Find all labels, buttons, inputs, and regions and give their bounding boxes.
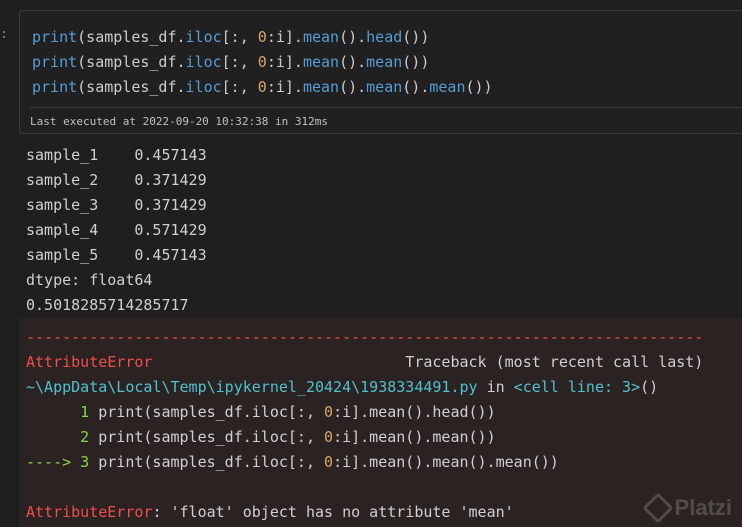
code-token: :i].	[266, 28, 303, 46]
traceback-line: 1 print(samples_df.iloc[:, 0:i].mean().h…	[26, 400, 703, 425]
code-token: <cell line: 3>	[513, 378, 641, 396]
traceback-line	[26, 475, 703, 500]
cell-divider	[30, 107, 742, 108]
code-line: print(samples_df.iloc[:, 0:i].mean().hea…	[32, 25, 493, 50]
code-token: 1	[26, 403, 99, 421]
code-token: (samples_df.	[77, 78, 186, 96]
code-token: ().	[402, 78, 430, 96]
code-token: [:,	[221, 28, 258, 46]
code-token: mean	[302, 78, 340, 96]
code-token: :i].	[266, 53, 303, 71]
code-token: AttributeError	[26, 503, 153, 521]
platzi-logo-icon	[641, 492, 674, 524]
code-token: iloc	[185, 53, 222, 71]
code-line: print(samples_df.iloc[:, 0:i].mean().mea…	[32, 50, 493, 75]
code-token: (samples_df.	[77, 53, 186, 71]
code-token: in	[477, 378, 514, 396]
traceback-line: 2 print(samples_df.iloc[:, 0:i].mean().m…	[26, 425, 703, 450]
traceback-line: AttributeError Traceback (most recent ca…	[26, 350, 703, 375]
code-token: head	[366, 28, 403, 46]
code-token: print	[32, 53, 78, 71]
watermark: Platzi	[641, 492, 732, 524]
cell-prompt: :	[0, 27, 8, 42]
code-token: print(samples_df.iloc[:,	[98, 453, 325, 471]
code-token: [:,	[221, 53, 258, 71]
output-line: sample_4 0.571429	[26, 221, 207, 239]
code-editor[interactable]: print(samples_df.iloc[:, 0:i].mean().hea…	[32, 25, 493, 100]
code-token: print(samples_df.iloc[:,	[98, 403, 325, 421]
code-token: print	[32, 28, 78, 46]
code-token: [:,	[221, 78, 258, 96]
code-token: mean	[366, 53, 403, 71]
code-token: iloc	[185, 78, 222, 96]
code-token: :i].mean().mean())	[333, 428, 496, 446]
output-line: 0.5018285714285717	[26, 296, 189, 314]
code-token: mean	[366, 78, 403, 96]
code-token: ----> 3	[26, 453, 99, 471]
code-token: ()	[640, 378, 659, 396]
code-token: ().	[339, 28, 367, 46]
code-token: 0	[257, 28, 267, 46]
code-token: mean	[429, 78, 466, 96]
output-line: dtype: float64	[26, 271, 153, 289]
traceback-line: ----> 3 print(samples_df.iloc[:, 0:i].me…	[26, 450, 703, 475]
code-token: 0	[324, 403, 334, 421]
code-line: print(samples_df.iloc[:, 0:i].mean().mea…	[32, 75, 493, 100]
code-token: :i].mean().mean().mean())	[333, 453, 559, 471]
code-token: 0	[257, 78, 267, 96]
output-line: sample_1 0.457143	[26, 146, 207, 164]
code-token: ().	[339, 53, 367, 71]
code-token: ())	[402, 28, 430, 46]
code-token: ~\AppData\Local\Temp\ipykernel_20424\193…	[26, 378, 478, 396]
output-line: sample_5 0.457143	[26, 246, 207, 264]
cell-output: sample_1 0.457143 sample_2 0.371429 sample…	[26, 143, 207, 318]
code-token: ----------------------------------------…	[26, 328, 704, 346]
code-token: ().	[339, 78, 367, 96]
code-token: print	[32, 78, 78, 96]
execution-status: Last executed at 2022-09-20 10:32:38 in …	[30, 115, 329, 128]
code-cell[interactable]: print(samples_df.iloc[:, 0:i].mean().hea…	[19, 10, 742, 134]
code-token: iloc	[185, 28, 222, 46]
traceback: ----------------------------------------…	[26, 325, 703, 525]
code-token: Traceback (most recent call last)	[152, 353, 704, 371]
traceback-line: AttributeError: 'float' object has no at…	[26, 500, 703, 525]
output-line: sample_2 0.371429	[26, 171, 207, 189]
code-token: 0	[257, 53, 267, 71]
code-token: :i].	[266, 78, 303, 96]
code-token: mean	[302, 53, 340, 71]
code-token: AttributeError	[26, 353, 153, 371]
code-token: ())	[465, 78, 493, 96]
code-token: mean	[302, 28, 340, 46]
output-line: sample_3 0.371429	[26, 196, 207, 214]
traceback-line: ~\AppData\Local\Temp\ipykernel_20424\193…	[26, 375, 703, 400]
code-token: : 'float' object has no attribute 'mean'	[152, 503, 514, 521]
watermark-text: Platzi	[674, 495, 732, 520]
traceback-line: ----------------------------------------…	[26, 325, 703, 350]
code-token: print(samples_df.iloc[:,	[98, 428, 325, 446]
code-token: (samples_df.	[77, 28, 186, 46]
code-token: 2	[26, 428, 99, 446]
code-token: 0	[324, 453, 334, 471]
code-token: 0	[324, 428, 334, 446]
error-output: ----------------------------------------…	[19, 318, 742, 527]
code-token: ())	[402, 53, 430, 71]
code-token: :i].mean().head())	[333, 403, 496, 421]
